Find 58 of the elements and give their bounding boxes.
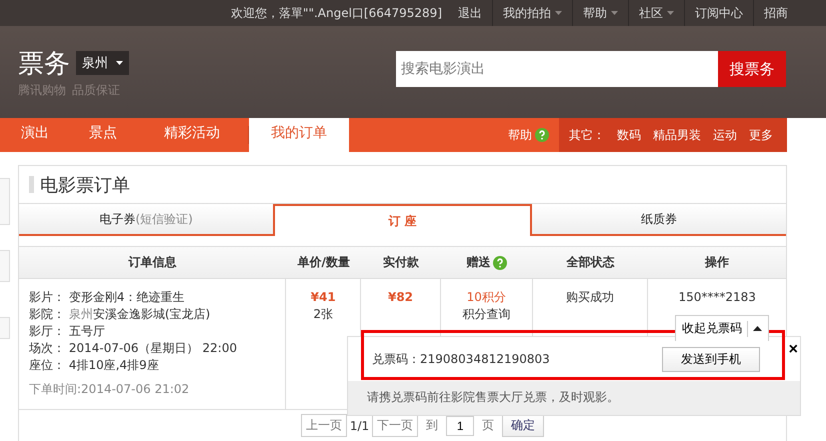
caret-icon <box>116 61 123 65</box>
close-button[interactable]: × <box>788 341 798 359</box>
nav-tab[interactable]: 景点 <box>70 118 136 152</box>
title-accent-bar <box>29 176 34 193</box>
order-time: 下单时间:2014-07-06 21:02 <box>29 381 190 398</box>
search-button[interactable]: 搜票务 <box>718 51 786 87</box>
others-label: 其它： <box>569 126 605 144</box>
nav-tab[interactable]: 演出 <box>0 118 70 152</box>
goto-label: 到 <box>426 417 438 434</box>
column-header: 全部状态 <box>566 254 615 271</box>
column-header: 订单信息 <box>128 254 177 271</box>
category-link[interactable]: 精品男装 <box>653 126 701 144</box>
order-type-tab[interactable]: 订 座 <box>273 204 532 236</box>
help-icon <box>535 128 549 142</box>
send-to-phone-button[interactable]: 发送到手机 <box>662 346 760 372</box>
slogan-text: 品质保证 <box>72 82 120 98</box>
category-link[interactable]: 运动 <box>713 126 737 144</box>
category-link[interactable]: 更多 <box>749 126 773 144</box>
caret-icon <box>611 11 618 15</box>
order-detail-line: 影片： 变形金刚4：绝迹重生 <box>29 289 186 306</box>
unit-price: ¥41 <box>310 289 337 306</box>
ticket-code: 兑票码：21908034812190803 <box>372 350 550 368</box>
gift-points: 10积分 <box>466 289 507 306</box>
top-link[interactable]: 退出 <box>448 0 492 26</box>
column-header: 操作 <box>705 254 730 271</box>
points-link[interactable]: 积分查询 <box>462 307 510 321</box>
caret-icon <box>555 11 562 15</box>
order-status: 购买成功 <box>565 289 616 306</box>
confirm-button[interactable]: 确定 <box>502 414 544 437</box>
phone-number: 150****2183 <box>677 289 757 306</box>
column-header: 实付款 <box>383 254 419 271</box>
category-link[interactable]: 数码 <box>617 126 641 144</box>
order-detail-line: 座位： 4排10座,4排9座 <box>29 357 160 374</box>
column-header: 单价/数量 <box>298 254 350 271</box>
order-detail-line: 影院： 泉州安溪金逸影城(宝龙店) <box>29 306 212 323</box>
caret-icon <box>667 11 674 15</box>
nav-tab[interactable]: 精彩活动 <box>136 118 248 152</box>
city-dropdown[interactable]: 泉州 <box>76 51 129 75</box>
next-page-button[interactable]: 下一页 <box>372 414 418 437</box>
search-field[interactable]: 搜索电影演出 <box>396 51 718 87</box>
page-count: 1/1 <box>350 418 370 432</box>
page-unit-label: 页 <box>482 417 494 434</box>
pickup-note: 请携兑票码前往影院售票大厅兑票，及时观影。 <box>348 381 800 415</box>
caret-up-icon <box>753 326 762 331</box>
page-input[interactable]: 1 <box>446 416 474 436</box>
nav-tab[interactable]: 我的订单 <box>249 118 349 152</box>
column-header: 赠送 <box>466 254 490 271</box>
slogan-text: 腾讯购物 <box>18 82 66 98</box>
logo-text: 票务 <box>18 48 70 80</box>
collapse-code-button[interactable]: 收起兑票码 <box>675 315 769 341</box>
welcome-text: 欢迎您，落單"".Angel口[664795289] <box>230 4 442 22</box>
help-link[interactable]: 帮助 <box>508 126 532 144</box>
quantity-text: 2张 <box>312 306 334 323</box>
order-detail-line: 影厅： 五号厅 <box>29 323 106 340</box>
prev-page-button[interactable]: 上一页 <box>300 414 347 437</box>
paid-amount: ¥82 <box>386 289 414 306</box>
card-title: 电影票订单 <box>40 174 130 196</box>
order-detail-line: 场次： 2014-07-06（星期日） 22:00 <box>29 340 238 357</box>
